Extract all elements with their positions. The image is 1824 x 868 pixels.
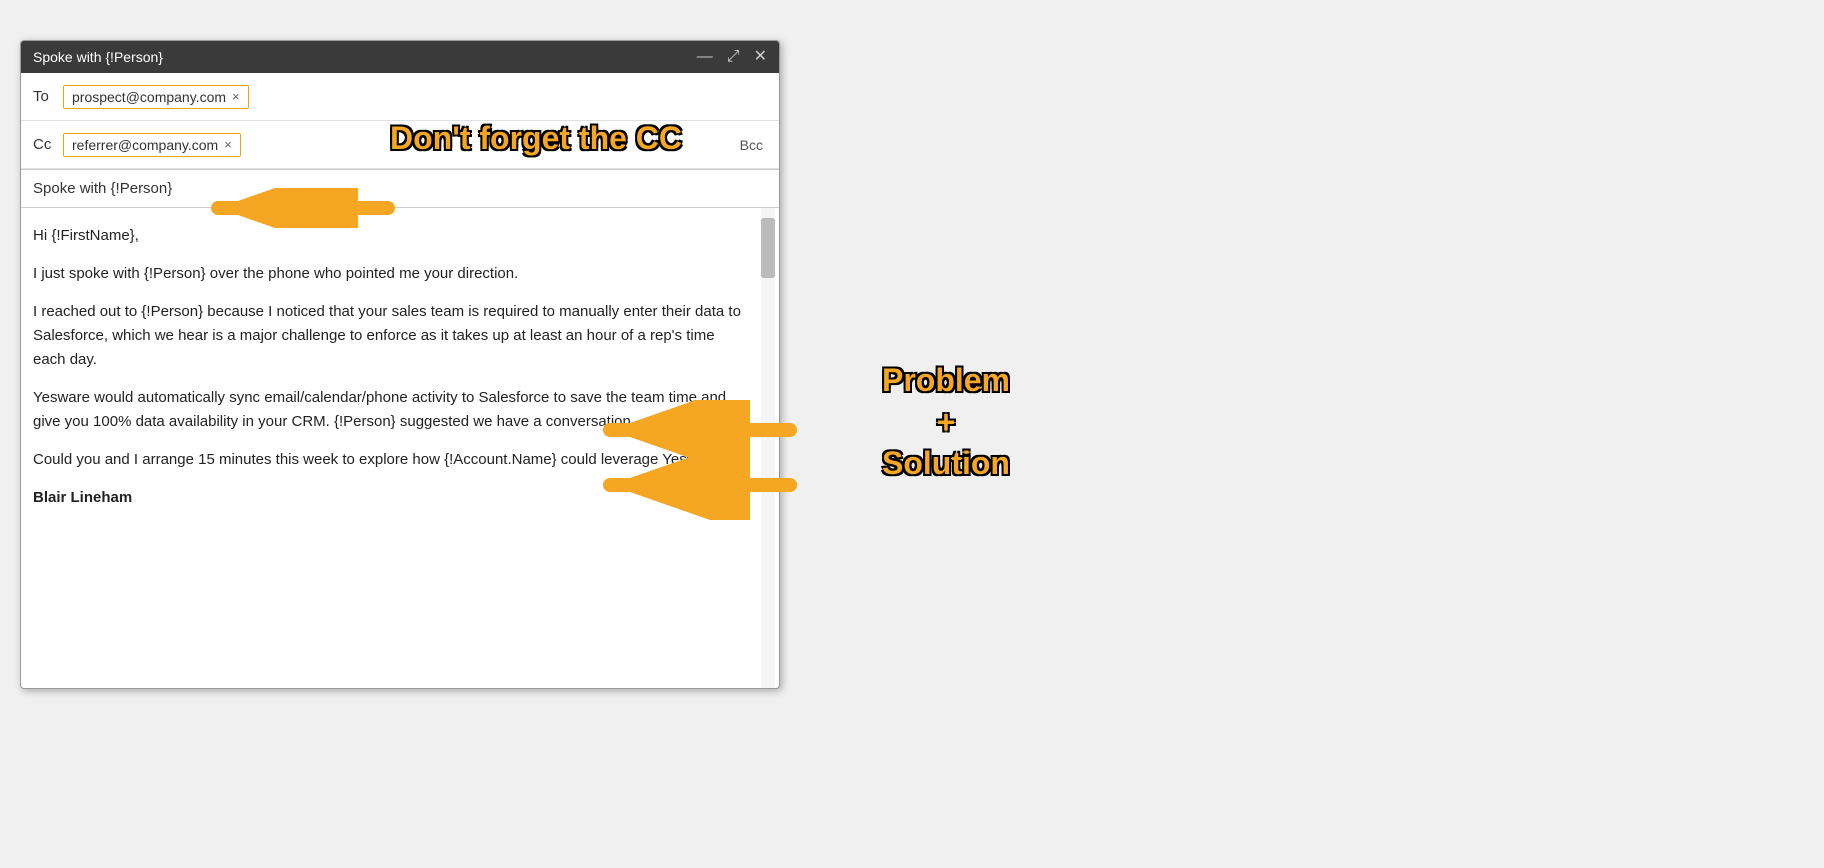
scrollbar-thumb[interactable] (761, 218, 775, 278)
cc-email-value: referrer@company.com (72, 137, 218, 153)
email-fields: To prospect@company.com × Cc referrer@co… (21, 73, 779, 170)
to-row: To prospect@company.com × (21, 73, 779, 121)
bcc-button[interactable]: Bcc (740, 137, 767, 153)
body-para4: Could you and I arrange 15 minutes this … (33, 448, 751, 472)
subject-value: Spoke with {!Person} (33, 180, 172, 197)
to-field-content: prospect@company.com × (63, 85, 767, 109)
title-bar: Spoke with {!Person} — ⤢ ✕ (21, 41, 779, 73)
ps-annotation-text: Problem+Solution (882, 360, 1010, 485)
maximize-button[interactable]: ⤢ (727, 49, 740, 65)
minimize-button[interactable]: — (697, 49, 713, 65)
cc-remove-button[interactable]: × (224, 138, 232, 151)
subject-field[interactable]: Spoke with {!Person} (21, 170, 779, 208)
to-remove-button[interactable]: × (232, 90, 240, 103)
ps-annotation: Problem+Solution (882, 360, 1010, 485)
window-title: Spoke with {!Person} (33, 49, 163, 65)
email-body[interactable]: Hi {!FirstName}, I just spoke with {!Per… (21, 208, 779, 688)
cc-field-content: referrer@company.com × (63, 133, 740, 157)
body-para3: Yesware would automatically sync email/c… (33, 386, 751, 434)
window-controls: — ⤢ ✕ (697, 49, 767, 65)
to-email-value: prospect@company.com (72, 89, 226, 105)
body-para1: I just spoke with {!Person} over the pho… (33, 262, 751, 286)
cc-row: Cc referrer@company.com × Bcc (21, 121, 779, 169)
body-signature: Blair Lineham (33, 486, 751, 510)
body-greeting: Hi {!FirstName}, (33, 224, 751, 248)
close-button[interactable]: ✕ (754, 49, 767, 65)
to-email-chip[interactable]: prospect@company.com × (63, 85, 249, 109)
scrollbar[interactable] (761, 208, 775, 688)
email-compose-window: Spoke with {!Person} — ⤢ ✕ To prospect@c… (20, 40, 780, 689)
to-label: To (33, 88, 63, 105)
cc-email-chip[interactable]: referrer@company.com × (63, 133, 241, 157)
cc-label: Cc (33, 136, 63, 153)
body-para2: I reached out to {!Person} because I not… (33, 300, 751, 372)
